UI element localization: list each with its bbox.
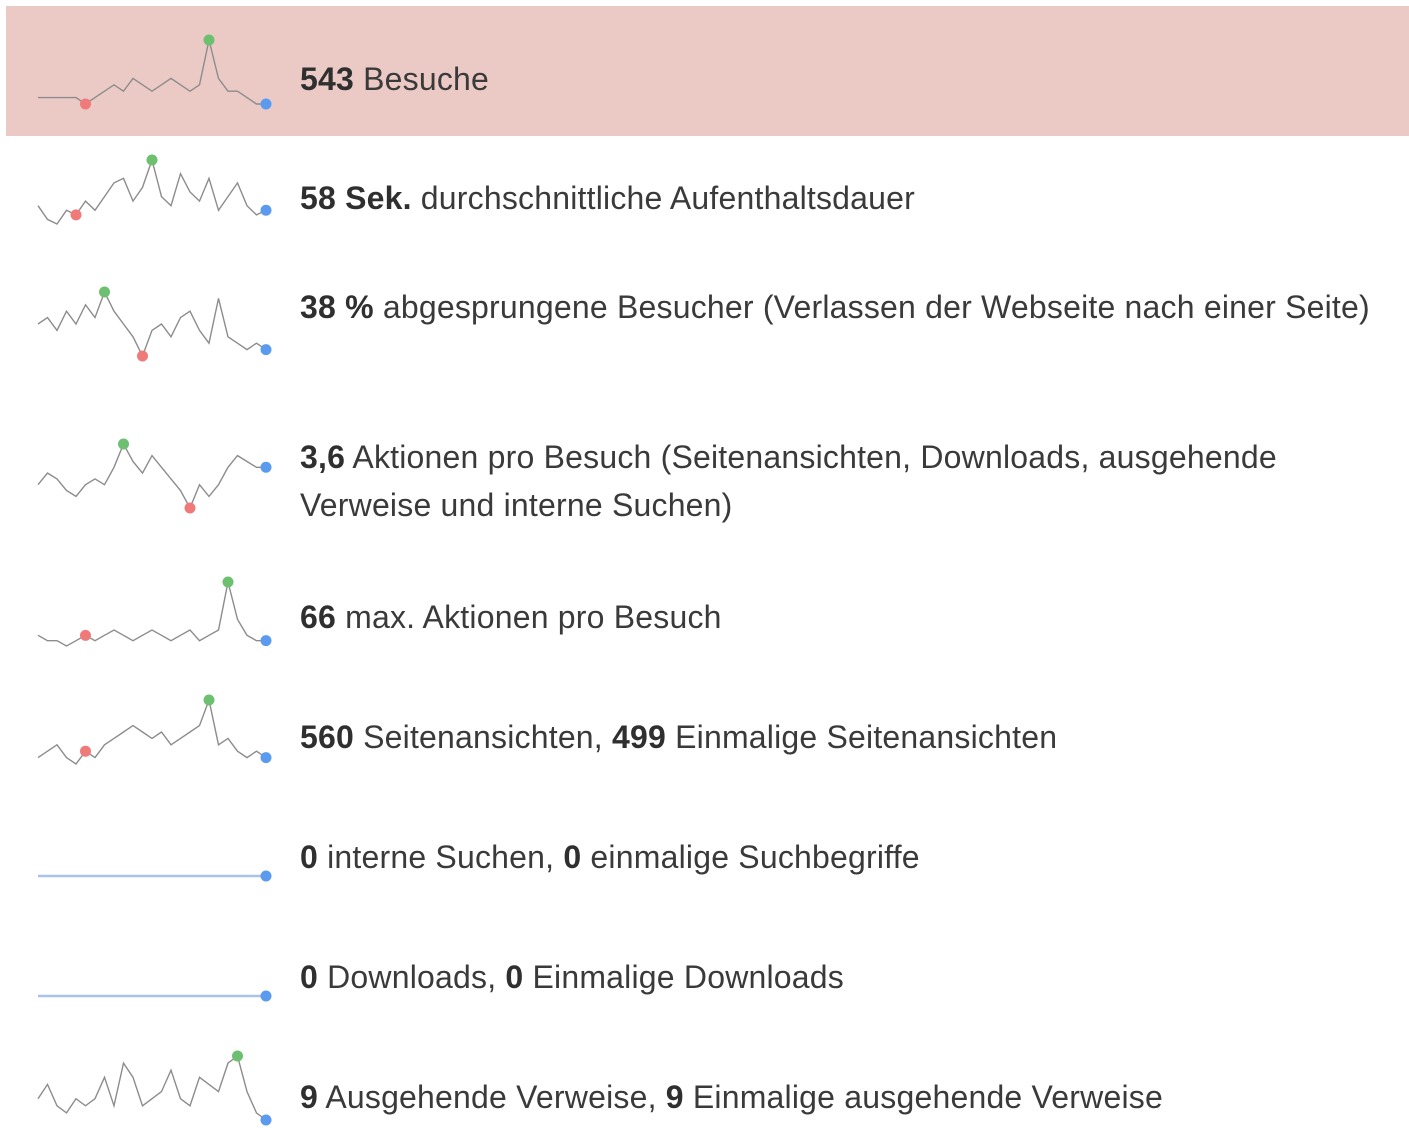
metric-text-actions: 3,6 Aktionen pro Besuch (Seitenansichten… (300, 433, 1395, 529)
sparkline-max-actions[interactable] (34, 574, 274, 654)
sparkline-min-dot (80, 98, 91, 110)
metric-row-outlinks[interactable]: 9 Ausgehende Verweise, 9 Einmalige ausge… (6, 1036, 1409, 1128)
metric-value: 0 (563, 839, 582, 875)
metric-row-downloads[interactable]: 0 Downloads, 0 Einmalige Downloads (6, 916, 1409, 1036)
metric-row-searches[interactable]: 0 interne Suchen, 0 einmalige Suchbegrif… (6, 796, 1409, 916)
metric-label: Besuche (354, 61, 490, 97)
sparkline-last-dot (260, 635, 272, 647)
sparkline-last-dot (260, 1114, 272, 1126)
metric-label: abgesprungene Besucher (Verlassen der We… (373, 289, 1370, 325)
sparkline-last-dot (260, 990, 272, 1002)
sparkline-min-dot (184, 502, 196, 514)
metric-row-pageviews[interactable]: 560 Seitenansichten, 499 Einmalige Seite… (6, 676, 1409, 796)
sparkline-path (37, 697, 267, 765)
metric-value: 543 (300, 61, 354, 97)
metric-value: 0 (505, 959, 524, 995)
metric-value: 0 (300, 959, 318, 995)
sparkline-outlinks[interactable] (34, 1048, 274, 1128)
sparkline-max-dot (146, 154, 158, 166)
sparkline-last-dot (260, 98, 272, 110)
metric-label: Aktionen pro Besuch (Seitenansichten, Do… (300, 439, 1277, 523)
metric-label: Einmalige Downloads (523, 959, 844, 995)
metric-row-avg-time[interactable]: 58 Sek. durchschnittliche Aufenthaltsdau… (6, 136, 1409, 256)
metric-text-outlinks: 9 Ausgehende Verweise, 9 Einmalige ausge… (300, 1073, 1395, 1121)
metric-text-pageviews: 560 Seitenansichten, 499 Einmalige Seite… (300, 713, 1395, 761)
sparkline-max-dot (222, 576, 234, 588)
metric-value: 499 (612, 719, 666, 755)
sparkline-min-dot (80, 629, 91, 641)
metric-value: 9 (300, 1079, 318, 1115)
metric-label: interne Suchen, (318, 839, 564, 875)
sparkline-downloads[interactable] (34, 934, 274, 1014)
metric-value: 0 (300, 839, 318, 875)
sparkline-path (37, 442, 266, 510)
sparkline-path (37, 290, 267, 358)
sparkline-searches[interactable] (34, 814, 274, 894)
metric-value: 66 (300, 599, 336, 635)
metric-row-bounce[interactable]: 38 % abgesprungene Besucher (Verlassen d… (6, 256, 1409, 406)
sparkline-bounce[interactable] (34, 284, 274, 364)
metric-value: 38 % (300, 289, 374, 325)
metric-label: Einmalige Seitenansichten (666, 719, 1058, 755)
sparkline-max-dot (99, 286, 110, 298)
metric-row-visits[interactable]: 543 Besuche (6, 6, 1409, 136)
metric-value: 3,6 (300, 439, 346, 475)
sparkline-max-dot (203, 34, 215, 46)
sparkline-path (37, 1054, 267, 1121)
metric-label: Seitenansichten, (354, 719, 612, 755)
metric-value: 58 Sek. (300, 180, 412, 216)
sparkline-min-dot (80, 745, 91, 757)
metric-label: durchschnittliche Aufenthaltsdauer (411, 180, 916, 216)
sparkline-min-dot (70, 209, 82, 221)
metric-text-bounce: 38 % abgesprungene Besucher (Verlassen d… (300, 283, 1395, 331)
sparkline-visits[interactable] (34, 32, 274, 112)
metric-value: 560 (300, 719, 354, 755)
metric-text-visits: 543 Besuche (300, 55, 1395, 103)
sparkline-last-dot (260, 752, 272, 764)
sparkline-path (38, 39, 266, 105)
metric-text-downloads: 0 Downloads, 0 Einmalige Downloads (300, 953, 1395, 1001)
sparkline-last-dot (260, 204, 272, 216)
metric-text-searches: 0 interne Suchen, 0 einmalige Suchbegrif… (300, 833, 1395, 881)
sparkline-last-dot (260, 870, 272, 882)
metric-label: Ausgehende Verweise, (318, 1079, 666, 1115)
metric-text-avg-time: 58 Sek. durchschnittliche Aufenthaltsdau… (300, 174, 1395, 222)
sparkline-actions[interactable] (34, 436, 274, 516)
metric-label: Einmalige ausgehende Verweise (683, 1079, 1163, 1115)
sparkline-max-dot (203, 694, 215, 706)
metric-label: Downloads, (318, 959, 506, 995)
metric-label: einmalige Suchbegriffe (581, 839, 920, 875)
metric-value: 9 (665, 1079, 684, 1115)
sparkline-path (37, 581, 266, 647)
sparkline-min-dot (137, 350, 148, 362)
sparkline-last-dot (260, 461, 272, 473)
sparkline-avg-time[interactable] (34, 152, 274, 232)
metric-label: max. Aktionen pro Besuch (336, 599, 722, 635)
sparkline-max-dot (232, 1050, 243, 1062)
sparkline-max-dot (118, 438, 129, 450)
sparkline-last-dot (260, 344, 272, 356)
sparkline-pageviews[interactable] (34, 692, 274, 772)
metric-row-actions[interactable]: 3,6 Aktionen pro Besuch (Seitenansichten… (6, 406, 1409, 556)
metric-text-max-actions: 66 max. Aktionen pro Besuch (300, 593, 1395, 641)
metric-row-max-actions[interactable]: 66 max. Aktionen pro Besuch (6, 556, 1409, 676)
